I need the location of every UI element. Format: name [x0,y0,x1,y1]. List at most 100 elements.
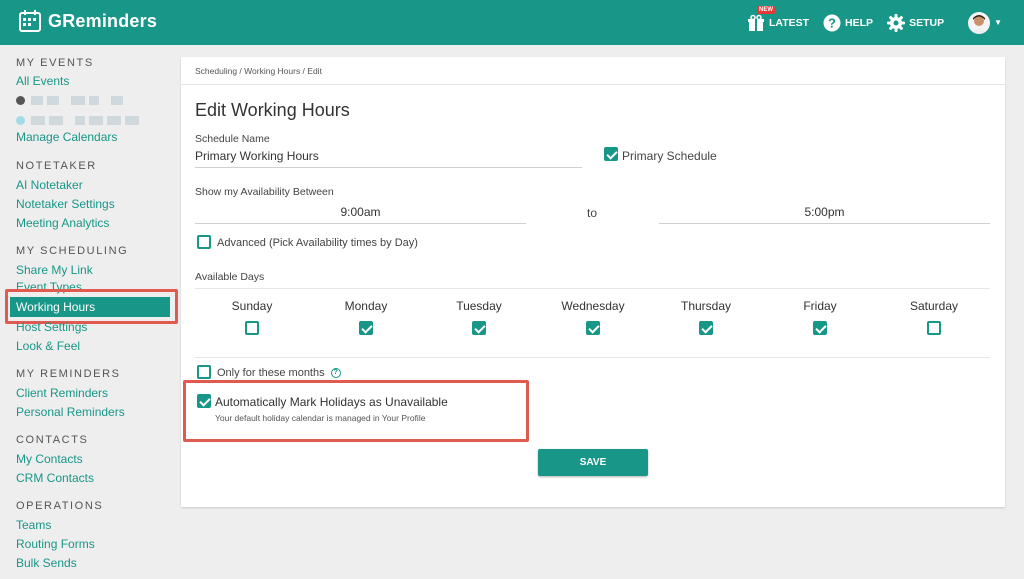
sidebar-item-look-feel[interactable]: Look & Feel [16,339,80,353]
help-label: HELP [845,16,874,29]
day-wednesday: Wednesday [548,299,638,313]
latest-label: LATEST [768,16,810,29]
day-sunday: Sunday [207,299,297,313]
redacted-block [31,116,45,125]
primary-schedule-checkbox[interactable] [604,147,618,161]
holidays-sub-label: Your default holiday calendar is managed… [215,413,426,423]
sidebar: MY EVENTS All Events Manage Calendars NO… [0,45,178,579]
sidebar-item-manage-calendars[interactable]: Manage Calendars [16,130,117,144]
day-tuesday: Tuesday [434,299,524,313]
redacted-block [31,96,43,105]
schedule-name-input[interactable]: Primary Working Hours [195,149,582,168]
section-notetaker: NOTETAKER [16,160,97,172]
sidebar-item-my-contacts[interactable]: My Contacts [16,452,83,466]
section-my-events: MY EVENTS [16,57,94,69]
sidebar-item-notetaker-settings[interactable]: Notetaker Settings [16,197,115,211]
redacted-block [47,96,59,105]
setup-button[interactable]: SETUP [887,13,945,32]
page-title: Edit Working Hours [195,100,350,120]
calendar-color-dot [16,116,25,125]
highlight-box-holidays [183,380,529,442]
top-nav: NEW LATEST ? HELP SETUP ▼ [733,0,1002,45]
svg-text:?: ? [828,15,836,30]
sidebar-item-personal-reminders[interactable]: Personal Reminders [16,405,125,419]
chevron-down-icon[interactable]: ▼ [994,18,1002,27]
friday-checkbox[interactable] [813,321,827,335]
section-my-reminders: MY REMINDERS [16,368,121,380]
sidebar-item-host-settings[interactable]: Host Settings [16,320,87,334]
calendar-row-1[interactable] [16,96,127,105]
redacted-block [89,96,99,105]
day-name: Thursday [680,299,732,313]
day-name: Monday [344,299,388,313]
tuesday-checkbox[interactable] [472,321,486,335]
availability-label: Show my Availability Between [195,186,334,198]
day-thursday: Thursday [661,299,751,313]
section-contacts: CONTACTS [16,434,89,446]
app-name: GReminders [48,10,158,31]
top-bar: GReminders NEW LATEST ? HELP SETUP ▼ [0,0,1024,45]
available-days-label: Available Days [195,271,265,283]
primary-schedule-label: Primary Schedule [622,149,717,163]
day-name: Tuesday [456,299,502,313]
user-avatar[interactable] [968,11,991,34]
holidays-checkbox[interactable] [197,394,211,408]
section-operations: OPERATIONS [16,500,104,512]
divider [195,357,990,358]
redacted-block [107,116,121,125]
help-circle-icon[interactable]: ? [330,368,341,379]
redacted-block [89,116,103,125]
calendar-logo-icon [19,10,41,32]
gift-icon [747,14,764,31]
end-time-input[interactable]: 5:00pm [659,205,990,224]
day-name: Sunday [231,299,273,313]
user-avatar-icon [970,14,989,34]
to-label: to [587,206,598,220]
only-months-label: Only for these months ? [217,367,341,379]
redacted-block [71,96,85,105]
only-months-checkbox[interactable] [197,365,211,379]
redacted-block [111,96,123,105]
sidebar-item-bulk-sends[interactable]: Bulk Sends [16,556,77,570]
help-icon: ? [823,14,841,31]
edit-working-hours-card: Scheduling / Working Hours / Edit Edit W… [181,57,1005,507]
sidebar-item-client-reminders[interactable]: Client Reminders [16,386,108,400]
day-monday: Monday [321,299,411,313]
day-saturday: Saturday [889,299,979,313]
calendar-color-dot [16,96,25,105]
advanced-checkbox[interactable] [197,235,211,249]
saturday-checkbox[interactable] [927,321,941,335]
sidebar-item-ai-notetaker[interactable]: AI Notetaker [16,178,83,192]
new-badge: NEW [756,5,775,14]
sidebar-item-teams[interactable]: Teams [16,518,51,532]
day-friday: Friday [775,299,865,313]
gear-icon [887,13,906,32]
sidebar-item-routing-forms[interactable]: Routing Forms [16,537,95,551]
redacted-block [49,116,63,125]
schedule-name-label: Schedule Name [195,133,270,145]
divider [181,84,1005,85]
save-button[interactable]: SAVE [538,449,648,476]
latest-button[interactable]: NEW LATEST [747,5,810,32]
highlight-box-working-hours [5,289,178,324]
gift-icon-wrap: NEW [747,5,775,32]
help-button[interactable]: ? HELP [823,14,873,32]
breadcrumb[interactable]: Scheduling / Working Hours / Edit [195,66,322,76]
redacted-block [125,116,139,125]
sunday-checkbox[interactable] [245,321,259,335]
sidebar-item-meeting-analytics[interactable]: Meeting Analytics [16,216,109,230]
redacted-block [75,116,85,125]
start-time-input[interactable]: 9:00am [195,205,526,224]
setup-label: SETUP [909,16,945,29]
sidebar-item-crm-contacts[interactable]: CRM Contacts [16,471,94,485]
monday-checkbox[interactable] [359,321,373,335]
divider [195,288,990,289]
section-my-scheduling: MY SCHEDULING [16,245,129,257]
sidebar-item-all-events[interactable]: All Events [16,74,69,88]
calendar-row-2[interactable] [16,116,143,125]
sidebar-item-share-my-link[interactable]: Share My Link [16,263,93,277]
app-logo[interactable]: GReminders [18,9,157,33]
day-name: Saturday [909,299,959,313]
thursday-checkbox[interactable] [699,321,713,335]
wednesday-checkbox[interactable] [586,321,600,335]
